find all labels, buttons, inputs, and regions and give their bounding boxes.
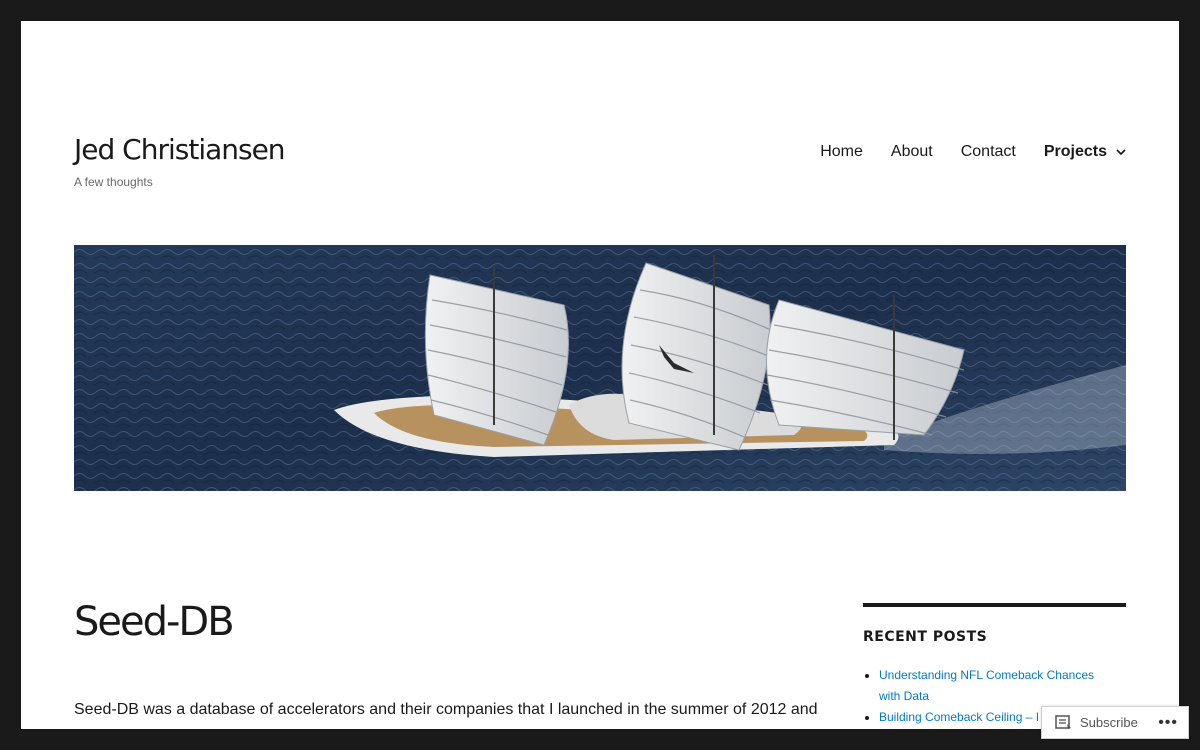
subscribe-bar: Subscribe ••• [1041,706,1189,739]
sailing-yacht-image [74,245,1126,491]
nav-item-about[interactable]: About [891,143,933,161]
list-item: Understanding NFL Comeback Chances with … [879,665,1126,707]
main-nav: Home About Contact Projects [820,143,1127,161]
recent-post-link-line1: Understanding NFL Comeback Chances [879,668,1094,682]
nav-item-projects[interactable]: Projects [1044,143,1127,161]
page-title: Seed-DB [74,599,235,645]
recent-post-link[interactable]: Building Comeback Ceiling – I [879,710,1039,724]
subscribe-button[interactable]: Subscribe [1042,714,1138,731]
hero-image [74,245,1126,491]
subscribe-label: Subscribe [1080,715,1138,730]
recent-post-link[interactable]: Understanding NFL Comeback Chances with … [879,668,1094,703]
nav-item-contact[interactable]: Contact [961,143,1016,161]
chevron-down-icon[interactable] [1115,146,1127,158]
recent-post-link-line2: with Data [879,689,930,703]
entry-content: Seed-DB was a database of accelerators a… [74,701,818,718]
more-options-button[interactable]: ••• [1158,714,1188,732]
reader-icon [1055,714,1071,729]
site-title[interactable]: Jed Christiansen [74,133,286,166]
recent-posts-title: RECENT POSTS [863,629,988,645]
nav-item-home[interactable]: Home [820,143,863,161]
nav-item-projects-label: Projects [1043,143,1107,160]
site-description: A few thoughts [74,175,153,189]
page: Jed Christiansen A few thoughts Home Abo… [21,21,1179,729]
